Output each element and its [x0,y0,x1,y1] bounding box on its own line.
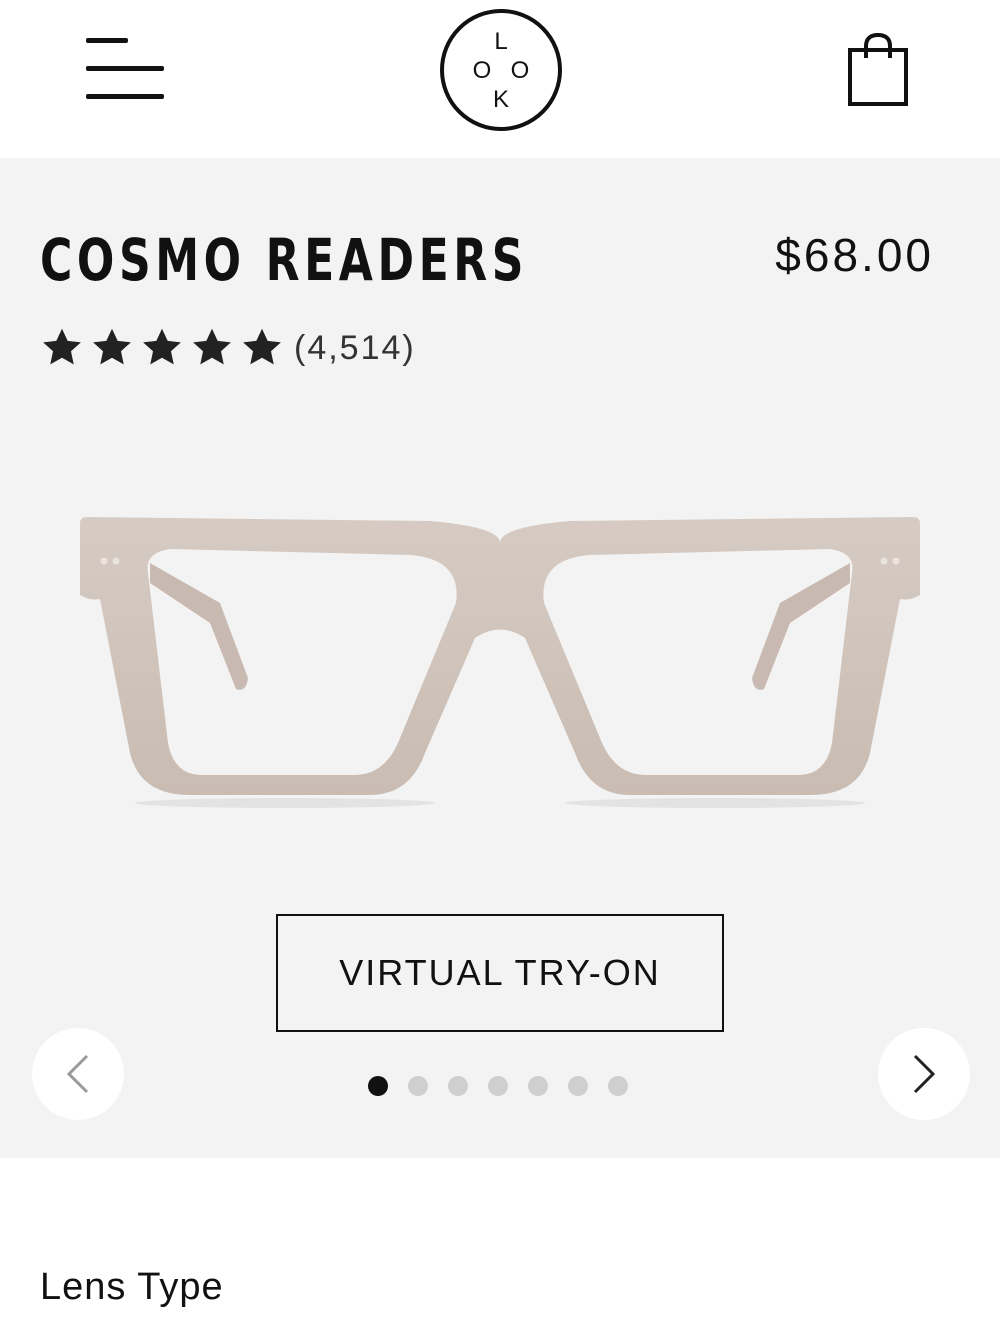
shopping-bag-icon[interactable] [846,32,910,108]
star-icon [243,328,281,365]
logo-letter-l: L [494,28,507,55]
product-rating[interactable]: (4,514) [40,326,416,370]
rating-stars [40,326,284,370]
hamburger-menu-icon[interactable] [86,36,166,104]
logo-letter-o1: O [473,57,492,84]
carousel-dot[interactable] [488,1076,508,1096]
look-logo[interactable]: L O O K [438,7,564,133]
carousel-dot[interactable] [568,1076,588,1096]
carousel-dot[interactable] [368,1076,388,1096]
carousel-dot[interactable] [448,1076,468,1096]
product-hero: COSMO READERS $68.00 (4,514) VIRTUAL TRY… [0,158,1000,1158]
product-image-glasses [80,517,920,808]
star-icon [93,328,131,365]
carousel-dot[interactable] [608,1076,628,1096]
carousel-dot[interactable] [528,1076,548,1096]
star-icon [143,328,181,365]
star-icon [193,328,231,365]
carousel-dot[interactable] [408,1076,428,1096]
star-icon [43,328,81,365]
review-count[interactable]: (4,514) [294,329,416,368]
virtual-try-on-button[interactable]: VIRTUAL TRY-ON [276,914,724,1032]
logo-letter-k: K [493,86,509,113]
logo-letter-o2: O [511,57,530,84]
carousel-dots [368,1076,628,1096]
product-price: $68.00 [775,229,934,281]
carousel-next-button[interactable] [878,1028,970,1120]
carousel-prev-button[interactable] [32,1028,124,1120]
lens-type-label: Lens Type [40,1266,224,1308]
chevron-right-icon [913,1054,936,1094]
site-header: L O O K [0,0,1000,158]
chevron-left-icon [66,1054,89,1094]
product-title: COSMO READERS [40,226,529,294]
